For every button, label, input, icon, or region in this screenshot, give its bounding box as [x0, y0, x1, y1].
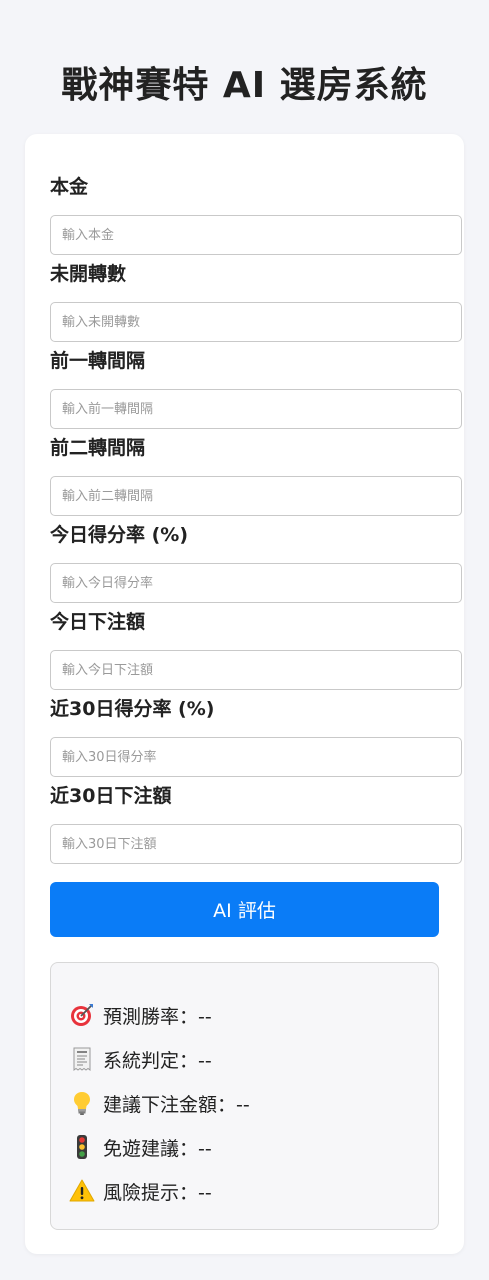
result-panel: 預測勝率：-- 系統判定：-- 建議下注金額：-- 免遊建議：-- 風險提示：-… — [50, 962, 439, 1230]
form-card: 本金 未開轉數 前一轉間隔 前二轉間隔 今日得分率 (%) 今日下注額 近30日… — [25, 134, 464, 1254]
field-label: 今日下注額 — [50, 611, 146, 633]
page-title: 戰神賽特 AI 選房系統 — [61, 65, 428, 106]
result-risk-hint: 風險提示：-- — [51, 1169, 438, 1213]
field-30day-bet: 近30日下注額 — [50, 781, 462, 864]
field-label: 本金 — [50, 176, 89, 198]
result-text: 風險提示：-- — [103, 1181, 212, 1204]
unopened-spins-input[interactable] — [50, 302, 462, 342]
field-prev-interval-2: 前二轉間隔 — [50, 433, 462, 516]
field-label: 前一轉間隔 — [50, 350, 146, 372]
today-score-rate-input[interactable] — [50, 563, 462, 603]
warning-icon — [69, 1178, 95, 1204]
field-prev-interval-1: 前一轉間隔 — [50, 346, 462, 429]
field-unopened-spins: 未開轉數 — [50, 259, 462, 342]
result-skip-advice: 免遊建議：-- — [51, 1125, 438, 1169]
result-system-verdict: 系統判定：-- — [51, 1037, 438, 1081]
field-label: 前二轉間隔 — [50, 437, 146, 459]
ai-evaluate-button[interactable]: AI 評估 — [50, 882, 439, 937]
field-label: 近30日下注額 — [50, 785, 172, 807]
receipt-icon — [69, 1046, 95, 1072]
30day-bet-input[interactable] — [50, 824, 462, 864]
30day-score-rate-input[interactable] — [50, 737, 462, 777]
field-label: 近30日得分率 (%) — [50, 698, 215, 720]
field-today-score-rate: 今日得分率 (%) — [50, 520, 462, 603]
field-label: 未開轉數 — [50, 263, 127, 285]
result-text: 預測勝率：-- — [103, 1005, 212, 1028]
field-label: 今日得分率 (%) — [50, 524, 189, 546]
result-win-rate: 預測勝率：-- — [51, 993, 438, 1037]
principal-input[interactable] — [50, 215, 462, 255]
result-text: 免遊建議：-- — [103, 1137, 212, 1160]
target-icon — [69, 1002, 95, 1028]
result-text: 系統判定：-- — [103, 1049, 212, 1072]
prev-interval-1-input[interactable] — [50, 389, 462, 429]
prev-interval-2-input[interactable] — [50, 476, 462, 516]
today-bet-input[interactable] — [50, 650, 462, 690]
field-30day-score-rate: 近30日得分率 (%) — [50, 694, 462, 777]
result-suggested-bet: 建議下注金額：-- — [51, 1081, 438, 1125]
traffic-light-icon — [69, 1134, 95, 1160]
result-text: 建議下注金額：-- — [103, 1093, 250, 1116]
lightbulb-icon — [69, 1090, 95, 1116]
field-principal: 本金 — [50, 172, 462, 255]
field-today-bet: 今日下注額 — [50, 607, 462, 690]
